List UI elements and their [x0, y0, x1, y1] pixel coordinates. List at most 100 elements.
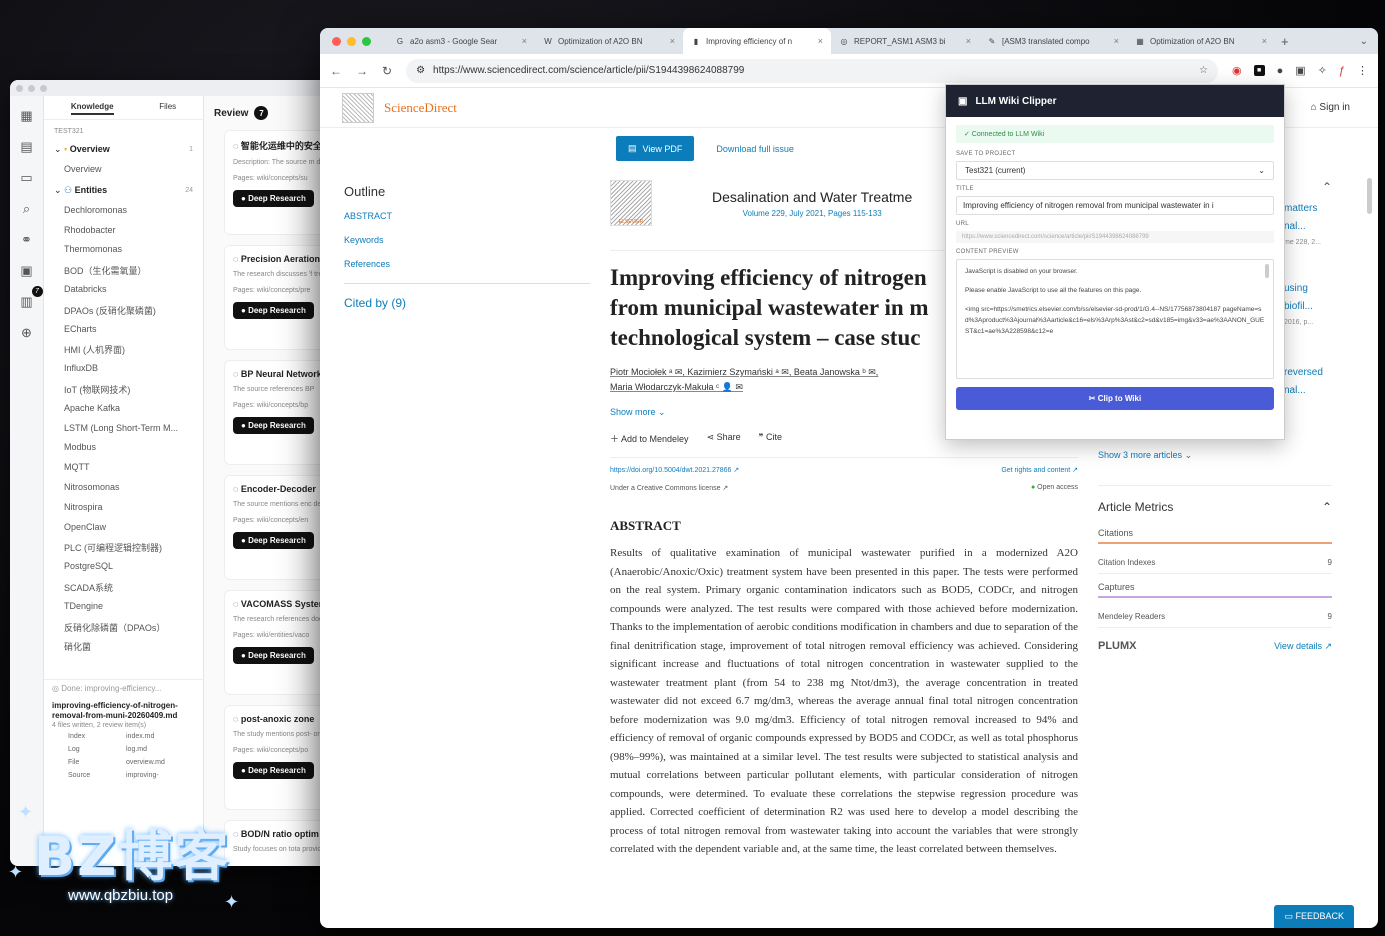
- add-to-mendeley-button[interactable]: ＋ Add to Mendeley: [610, 432, 689, 445]
- recommended-link-2[interactable]: nal...: [1284, 218, 1332, 236]
- tab-search-icon[interactable]: ⌄: [1360, 36, 1368, 47]
- entities-group[interactable]: ⌄ ⚇ Entities 24: [44, 180, 203, 201]
- browser-tab[interactable]: ▦ Optimization of A2O BN ×: [1127, 28, 1275, 54]
- entity-item[interactable]: Nitrospira: [44, 498, 203, 518]
- browser-tab[interactable]: ✎ [ASM3 translated compo ×: [979, 28, 1127, 54]
- recommended-link-1[interactable]: matters: [1284, 200, 1332, 218]
- entity-item[interactable]: Apache Kafka: [44, 399, 203, 419]
- outline-keywords-link[interactable]: Keywords: [344, 235, 590, 245]
- tab-files[interactable]: Files: [159, 102, 176, 115]
- bookmark-star-icon[interactable]: ☆: [1199, 65, 1208, 76]
- entity-item[interactable]: HMI (人机界面): [44, 339, 203, 359]
- entity-item[interactable]: Rhodobacter: [44, 221, 203, 241]
- license-link[interactable]: Under a Creative Commons license ↗: [610, 484, 728, 492]
- menu-kebab-icon[interactable]: ⋮: [1357, 64, 1368, 77]
- show-more-articles-link[interactable]: Show 3 more articles ⌄: [1098, 450, 1332, 486]
- browser-tab[interactable]: ▮ Improving efficiency of n ×: [683, 28, 831, 54]
- sub-file-row[interactable]: Log log.md: [52, 743, 195, 756]
- view-details-link[interactable]: View details ↗: [1274, 641, 1332, 652]
- entity-item[interactable]: DPAOs (反硝化聚磷菌): [44, 300, 203, 320]
- close-icon[interactable]: ×: [1262, 36, 1267, 46]
- minimize-button[interactable]: [347, 36, 356, 46]
- entity-item[interactable]: BOD（生化需氧量）: [44, 260, 203, 280]
- back-icon[interactable]: ←: [330, 64, 342, 78]
- close-dot[interactable]: [16, 84, 23, 92]
- entity-item[interactable]: Nitrosomonas: [44, 478, 203, 498]
- close-icon[interactable]: ×: [522, 36, 527, 46]
- clip-to-wiki-button[interactable]: ✂ Clip to Wiki: [956, 387, 1274, 410]
- cite-button[interactable]: ❞ Cite: [759, 432, 782, 445]
- entity-item[interactable]: PLC (可编程逻辑控制器): [44, 537, 203, 557]
- sub-file-row[interactable]: Source improving-: [52, 769, 195, 782]
- recommended-link-3[interactable]: using: [1284, 280, 1332, 298]
- recommended-link-4[interactable]: biofil...: [1284, 298, 1332, 316]
- entity-item[interactable]: InfluxDB: [44, 359, 203, 379]
- entity-item[interactable]: Dechloromonas: [44, 201, 203, 221]
- deep-research-button[interactable]: ● Deep Research: [233, 302, 314, 319]
- sub-file-row[interactable]: File overview.md: [52, 756, 195, 769]
- close-button[interactable]: [332, 36, 341, 46]
- share-button[interactable]: ⋖ Share: [707, 432, 741, 445]
- content-preview[interactable]: JavaScript is disabled on your browser. …: [956, 259, 1274, 379]
- clipboard-icon[interactable]: ▣: [17, 261, 37, 281]
- new-tab-button[interactable]: +: [1281, 34, 1289, 49]
- preview-scrollbar[interactable]: [1265, 264, 1269, 278]
- recommended-link-5[interactable]: reversed: [1284, 364, 1332, 382]
- page-scrollbar[interactable]: [1367, 178, 1372, 214]
- browser-tab[interactable]: ◎ REPORT_ASM1 ASM3 bi ×: [831, 28, 979, 54]
- forward-icon[interactable]: →: [356, 64, 368, 78]
- close-icon[interactable]: ×: [670, 36, 675, 46]
- entity-item[interactable]: PostgreSQL: [44, 557, 203, 577]
- extension-gear-icon[interactable]: ●: [1277, 65, 1284, 77]
- profile-icon[interactable]: ƒ: [1339, 65, 1345, 77]
- entity-item[interactable]: Databricks: [44, 280, 203, 300]
- wiki-clipper-extension-icon[interactable]: ▣: [1295, 64, 1305, 77]
- deep-research-button[interactable]: ● Deep Research: [233, 417, 314, 434]
- cited-by-link[interactable]: Cited by (9): [344, 296, 590, 310]
- journal-volume[interactable]: Volume 229, July 2021, Pages 115-133: [712, 209, 912, 218]
- outline-abstract-link[interactable]: ABSTRACT: [344, 211, 590, 221]
- document-icon[interactable]: ▤: [17, 137, 37, 157]
- extension-red-icon[interactable]: ◉: [1232, 64, 1242, 77]
- article-metrics-header[interactable]: Article Metrics ⌃: [1098, 500, 1332, 514]
- entity-item[interactable]: Modbus: [44, 438, 203, 458]
- view-pdf-button[interactable]: ▤ View PDF: [616, 136, 695, 161]
- sub-file-row[interactable]: Index index.md: [52, 730, 195, 743]
- sciencedirect-logo[interactable]: ScienceDirect: [342, 92, 457, 123]
- journal-name[interactable]: Desalination and Water Treatme: [712, 189, 912, 205]
- entity-item[interactable]: OpenClaw: [44, 518, 203, 538]
- deep-research-button[interactable]: ● Deep Research: [233, 532, 314, 549]
- browser-tab[interactable]: Ga2o asm3 - Google Sear ×: [387, 28, 535, 54]
- address-bar[interactable]: ⚙ https://www.sciencedirect.com/science/…: [406, 58, 1218, 83]
- output-file-name[interactable]: improving-efficiency-of-nitrogen-removal…: [52, 701, 195, 721]
- entity-item[interactable]: ECharts: [44, 320, 203, 340]
- entity-item[interactable]: IoT (物联网技术): [44, 379, 203, 399]
- entity-item[interactable]: LSTM (Long Short-Term M...: [44, 419, 203, 439]
- zoom-button[interactable]: [362, 36, 371, 46]
- close-icon[interactable]: ×: [818, 36, 823, 46]
- site-info-icon[interactable]: ⚙: [416, 65, 425, 76]
- project-select[interactable]: Test321 (current) ⌄: [956, 161, 1274, 180]
- sign-in-link[interactable]: ⌂ Sign in: [1311, 102, 1350, 113]
- deep-research-button[interactable]: ● Deep Research: [233, 647, 314, 664]
- entity-item[interactable]: 反硝化除磷菌（DPAOs）: [44, 617, 203, 637]
- deep-research-button[interactable]: ● Deep Research: [233, 190, 314, 207]
- entity-item[interactable]: Thermomonas: [44, 240, 203, 260]
- outline-references-link[interactable]: References: [344, 259, 590, 269]
- globe-icon[interactable]: ⊕: [17, 323, 37, 343]
- feedback-button[interactable]: ▭ FEEDBACK: [1274, 905, 1354, 928]
- folder-icon[interactable]: ▭: [17, 168, 37, 188]
- review-icon[interactable]: ▥ 7: [17, 286, 43, 312]
- close-icon[interactable]: ×: [966, 36, 971, 46]
- close-icon[interactable]: ×: [1114, 36, 1119, 46]
- doi-link[interactable]: https://doi.org/10.5004/dwt.2021.27866 ↗: [610, 466, 739, 474]
- recommended-link-6[interactable]: nal...: [1284, 382, 1332, 400]
- tab-knowledge[interactable]: Knowledge: [70, 102, 114, 115]
- extension-box-icon[interactable]: ■: [1253, 65, 1265, 76]
- entity-item[interactable]: MQTT: [44, 458, 203, 478]
- entity-item[interactable]: 硝化菌: [44, 636, 203, 656]
- download-full-issue-link[interactable]: Download full issue: [716, 144, 794, 154]
- title-input[interactable]: Improving efficiency of nitrogen removal…: [956, 196, 1274, 215]
- zoom-dot[interactable]: [40, 84, 47, 92]
- tree-item-overview[interactable]: Overview: [44, 160, 203, 180]
